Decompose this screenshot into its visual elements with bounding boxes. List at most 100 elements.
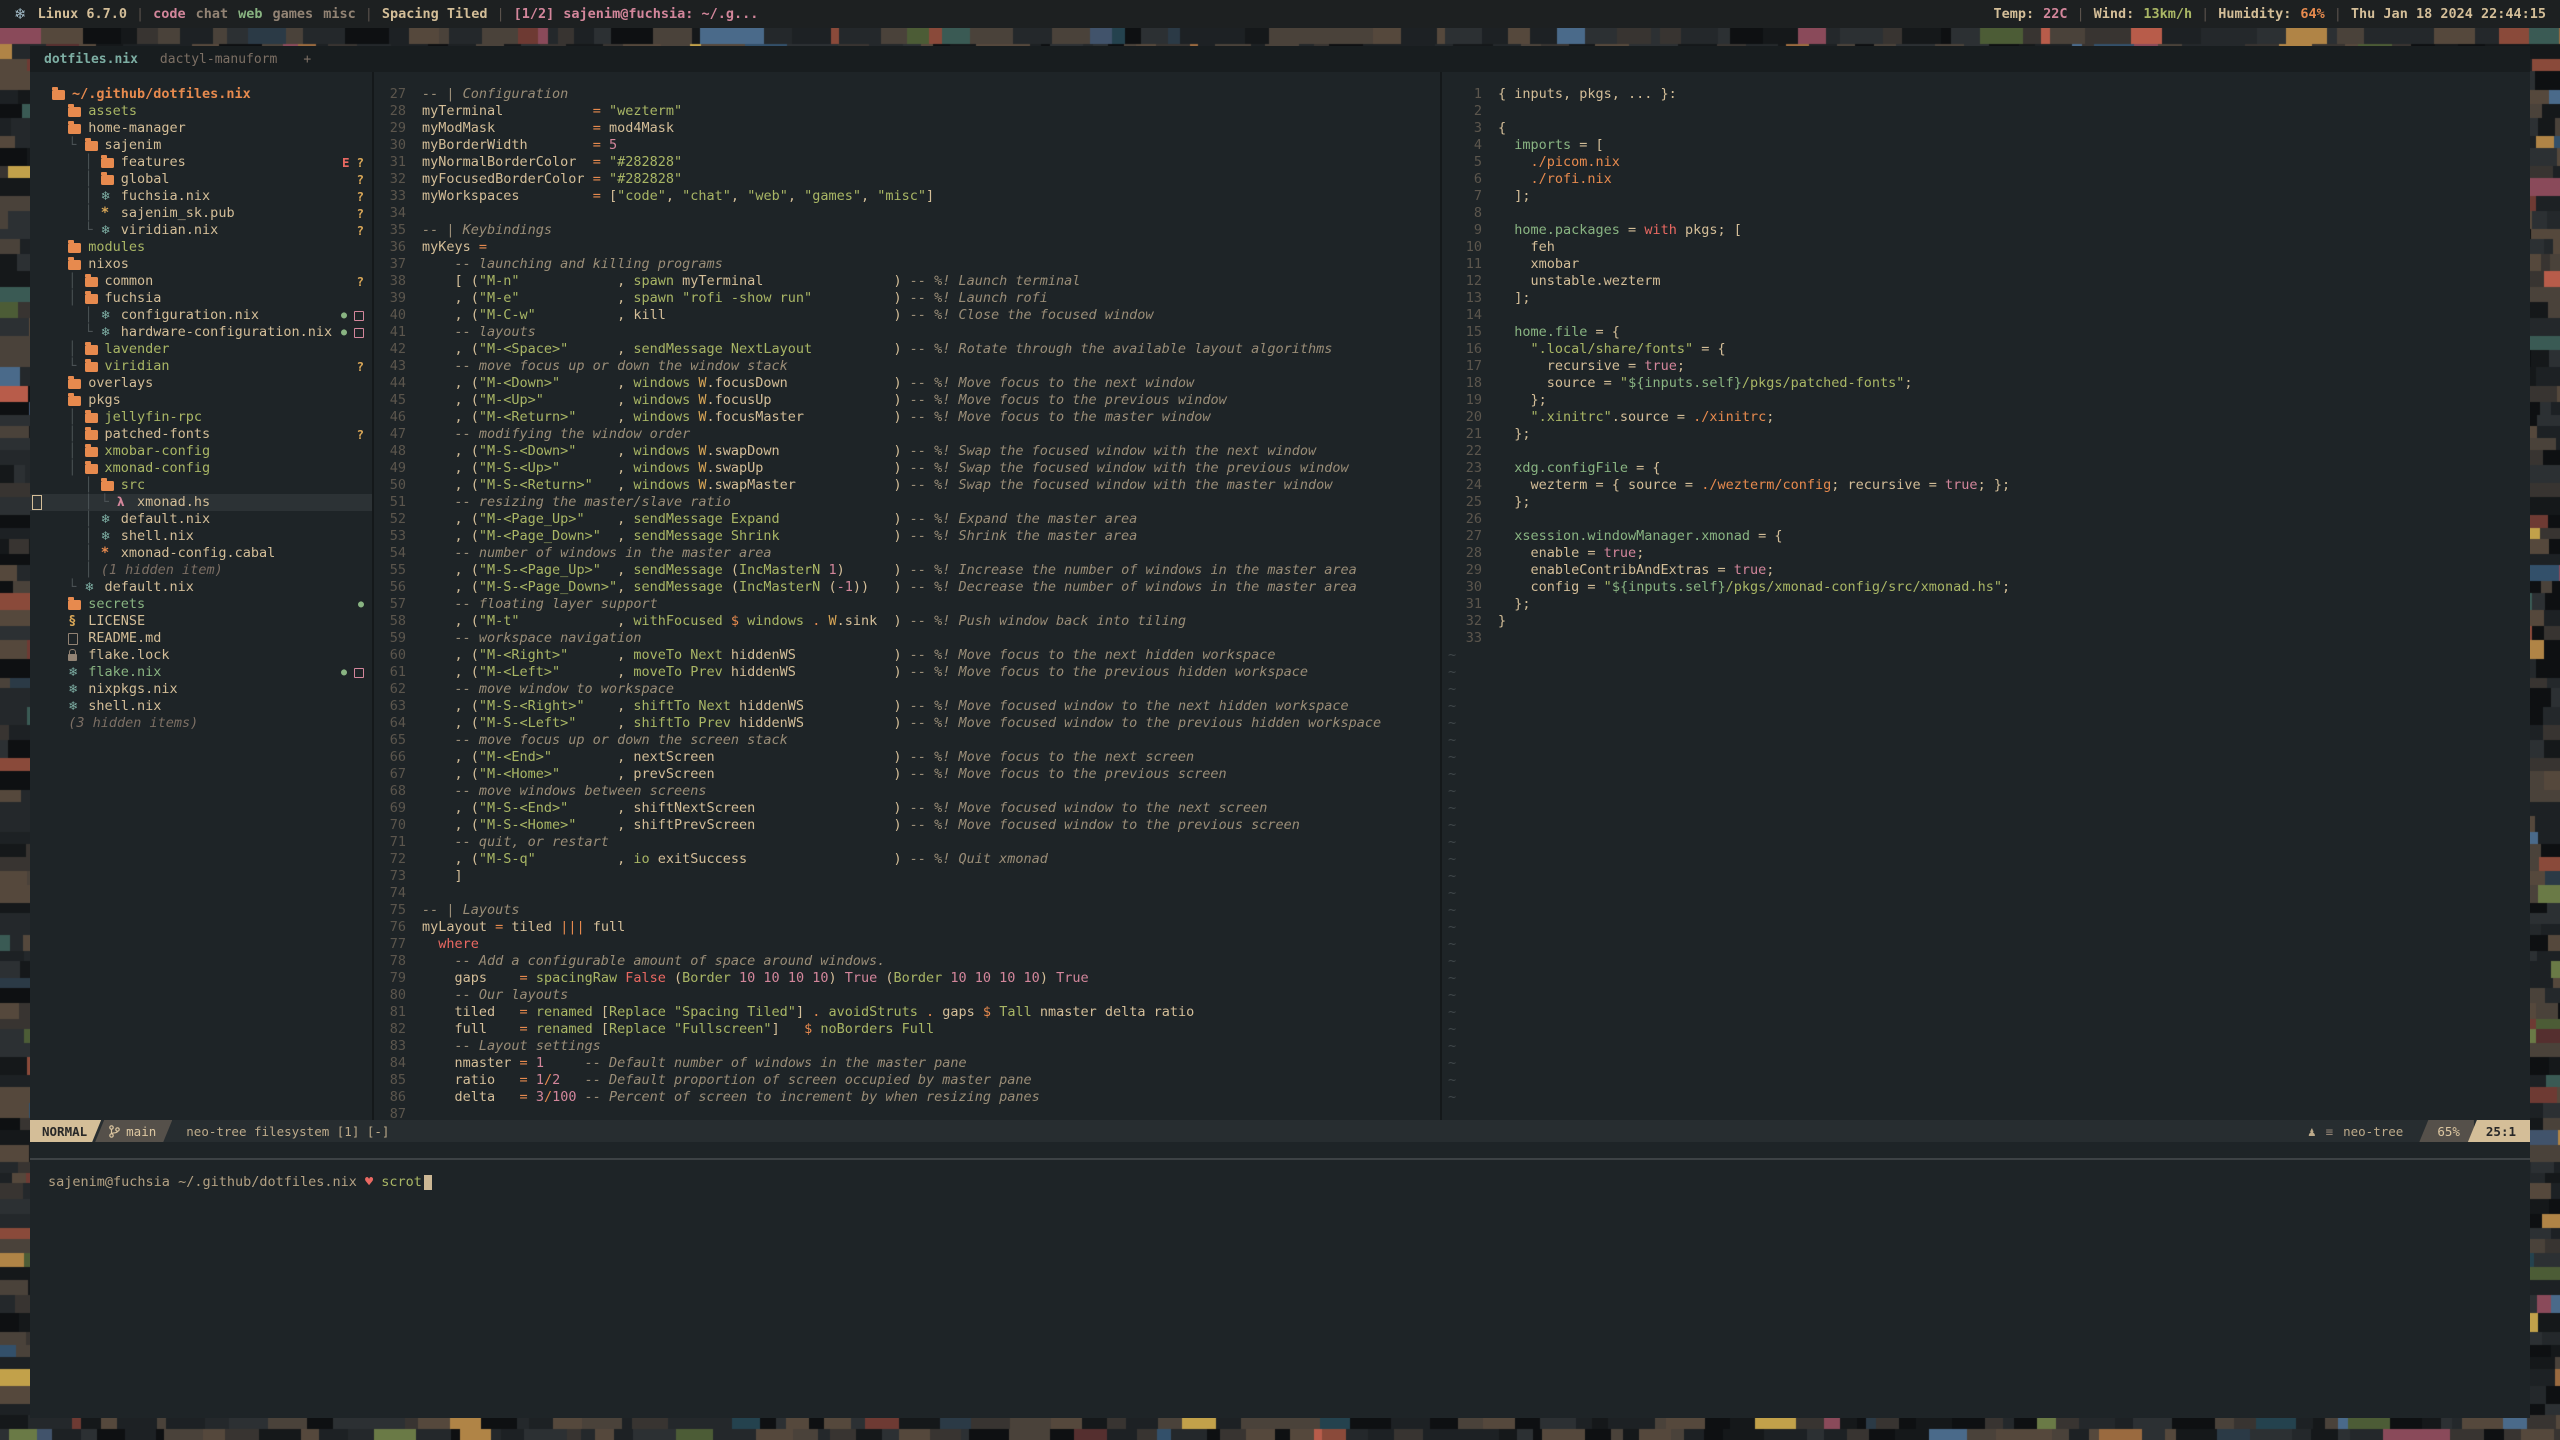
- code-line[interactable]: 20 ".xinitrc".source = ./xinitrc;: [1442, 409, 2530, 426]
- code-line[interactable]: 10 feh: [1442, 239, 2530, 256]
- code-line[interactable]: 11 xmobar: [1442, 256, 2530, 273]
- code-line[interactable]: 36myKeys =: [374, 239, 1440, 256]
- code-line[interactable]: 55 , ("M-S-<Page_Up>" , sendMessage (Inc…: [374, 562, 1440, 579]
- code-line[interactable]: 14: [1442, 307, 2530, 324]
- code-line[interactable]: 76myLayout = tiled ||| full: [374, 919, 1440, 936]
- shell-pane[interactable]: sajenim@fuchsia ~/.github/dotfiles.nix ♥…: [30, 1160, 2530, 1418]
- tree-item[interactable]: assets: [30, 103, 372, 120]
- code-line[interactable]: 18 source = "${inputs.self}/pkgs/patched…: [1442, 375, 2530, 392]
- tree-item[interactable]: modules: [30, 239, 372, 256]
- code-line[interactable]: 82 full = renamed [Replace "Fullscreen"]…: [374, 1021, 1440, 1038]
- code-line[interactable]: 3{: [1442, 120, 2530, 137]
- code-line[interactable]: 2: [1442, 103, 2530, 120]
- code-line[interactable]: 28 enable = true;: [1442, 545, 2530, 562]
- code-line[interactable]: 71 -- quit, or restart: [374, 834, 1440, 851]
- code-line[interactable]: 4 imports = [: [1442, 137, 2530, 154]
- editor-xmonad-hs[interactable]: 27-- | Configuration28myTerminal = "wezt…: [374, 72, 1440, 1120]
- code-line[interactable]: 87: [374, 1106, 1440, 1120]
- tree-item[interactable]: │ src: [30, 477, 372, 494]
- code-line[interactable]: 79 gaps = spacingRaw False (Border 10 10…: [374, 970, 1440, 987]
- code-line[interactable]: 28myTerminal = "wezterm": [374, 103, 1440, 120]
- code-line[interactable]: 40 , ("M-C-w" , kill ) -- %! Close the f…: [374, 307, 1440, 324]
- code-line[interactable]: 34: [374, 205, 1440, 222]
- tab-dactyl-manuform[interactable]: dactyl-manuform: [160, 51, 277, 68]
- tree-item[interactable]: overlays: [30, 375, 372, 392]
- tree-item[interactable]: │ (1 hidden item): [30, 562, 372, 579]
- code-line[interactable]: 47 -- modifying the window order: [374, 426, 1440, 443]
- tree-item[interactable]: └ sajenim: [30, 137, 372, 154]
- tree-item[interactable]: │ xmobar-config: [30, 443, 372, 460]
- code-line[interactable]: 70 , ("M-S-<Home>" , shiftPrevScreen ) -…: [374, 817, 1440, 834]
- code-line[interactable]: 85 ratio = 1/2 -- Default proportion of …: [374, 1072, 1440, 1089]
- editor-nix-file[interactable]: 1{ inputs, pkgs, ... }:23{4 imports = [5…: [1442, 72, 2530, 1120]
- code-line[interactable]: 52 , ("M-<Page_Up>" , sendMessage Expand…: [374, 511, 1440, 528]
- code-line[interactable]: 30 config = "${inputs.self}/pkgs/xmonad-…: [1442, 579, 2530, 596]
- workspace-chat[interactable]: chat: [196, 6, 229, 22]
- tree-item[interactable]: └ ❄default.nix: [30, 579, 372, 596]
- code-line[interactable]: 83 -- Layout settings: [374, 1038, 1440, 1055]
- tree-item[interactable]: │ ❄fuchsia.nix?: [30, 188, 372, 205]
- code-line[interactable]: 41 -- layouts: [374, 324, 1440, 341]
- code-line[interactable]: 29 enableContribAndExtras = true;: [1442, 562, 2530, 579]
- tree-item[interactable]: │ jellyfin-rpc: [30, 409, 372, 426]
- tree-item[interactable]: secrets●: [30, 596, 372, 613]
- code-line[interactable]: 56 , ("M-S-<Page_Down>", sendMessage (In…: [374, 579, 1440, 596]
- code-line[interactable]: 19 };: [1442, 392, 2530, 409]
- code-line[interactable]: 6 ./rofi.nix: [1442, 171, 2530, 188]
- code-line[interactable]: 50 , ("M-S-<Return>" , windows W.swapMas…: [374, 477, 1440, 494]
- code-line[interactable]: 74: [374, 885, 1440, 902]
- tree-item[interactable]: │ xmonad-config: [30, 460, 372, 477]
- tree-item[interactable]: flake.lock: [30, 647, 372, 664]
- tree-item[interactable]: └ viridian?: [30, 358, 372, 375]
- code-line[interactable]: 23 xdg.configFile = {: [1442, 460, 2530, 477]
- workspace-games[interactable]: games: [273, 6, 314, 22]
- code-line[interactable]: 31myNormalBorderColor = "#282828": [374, 154, 1440, 171]
- code-line[interactable]: 64 , ("M-S-<Left>" , shiftTo Prev hidden…: [374, 715, 1440, 732]
- code-line[interactable]: 84 nmaster = 1 -- Default number of wind…: [374, 1055, 1440, 1072]
- code-line[interactable]: 72 , ("M-S-q" , io exitSuccess ) -- %! Q…: [374, 851, 1440, 868]
- code-line[interactable]: 59 -- workspace navigation: [374, 630, 1440, 647]
- code-line[interactable]: 62 -- move window to workspace: [374, 681, 1440, 698]
- code-line[interactable]: 49 , ("M-S-<Up>" , windows W.swapUp ) --…: [374, 460, 1440, 477]
- code-line[interactable]: 53 , ("M-<Page_Down>" , sendMessage Shri…: [374, 528, 1440, 545]
- code-line[interactable]: 13 ];: [1442, 290, 2530, 307]
- code-line[interactable]: 17 recursive = true;: [1442, 358, 2530, 375]
- code-line[interactable]: 38 [ ("M-n" , spawn myTerminal ) -- %! L…: [374, 273, 1440, 290]
- code-line[interactable]: 81 tiled = renamed [Replace "Spacing Til…: [374, 1004, 1440, 1021]
- code-line[interactable]: 80 -- Our layouts: [374, 987, 1440, 1004]
- code-line[interactable]: 69 , ("M-S-<End>" , shiftNextScreen ) --…: [374, 800, 1440, 817]
- code-line[interactable]: 9 home.packages = with pkgs; [: [1442, 222, 2530, 239]
- code-line[interactable]: 27 xsession.windowManager.xmonad = {: [1442, 528, 2530, 545]
- tree-item[interactable]: home-manager: [30, 120, 372, 137]
- code-line[interactable]: 57 -- floating layer support: [374, 596, 1440, 613]
- tree-item[interactable]: │ *sajenim_sk.pub?: [30, 205, 372, 222]
- code-line[interactable]: 7 ];: [1442, 188, 2530, 205]
- tree-item[interactable]: ~/.github/dotfiles.nix: [30, 86, 372, 103]
- code-line[interactable]: 22: [1442, 443, 2530, 460]
- code-line[interactable]: 73 ]: [374, 868, 1440, 885]
- tree-item[interactable]: ❄shell.nix: [30, 698, 372, 715]
- code-line[interactable]: 44 , ("M-<Down>" , windows W.focusDown )…: [374, 375, 1440, 392]
- neotree-sidebar[interactable]: ~/.github/dotfiles.nix assets home-manag…: [30, 72, 372, 1120]
- code-line[interactable]: 24 wezterm = { source = ./wezterm/config…: [1442, 477, 2530, 494]
- code-line[interactable]: 45 , ("M-<Up>" , windows W.focusUp ) -- …: [374, 392, 1440, 409]
- code-line[interactable]: 33myWorkspaces = ["code", "chat", "web",…: [374, 188, 1440, 205]
- tree-item[interactable]: └ ❄viridian.nix?: [30, 222, 372, 239]
- code-line[interactable]: 51 -- resizing the master/slave ratio: [374, 494, 1440, 511]
- tab-dotfiles.nix[interactable]: dotfiles.nix: [44, 51, 138, 68]
- workspace-misc[interactable]: misc: [323, 6, 356, 22]
- code-line[interactable]: 16 ".local/share/fonts" = {: [1442, 341, 2530, 358]
- tree-item[interactable]: nixos: [30, 256, 372, 273]
- code-line[interactable]: 27-- | Configuration: [374, 86, 1440, 103]
- workspace-web[interactable]: web: [238, 6, 262, 22]
- code-line[interactable]: 5 ./picom.nix: [1442, 154, 2530, 171]
- code-line[interactable]: 29myModMask = mod4Mask: [374, 120, 1440, 137]
- tree-item[interactable]: │ fuchsia: [30, 290, 372, 307]
- code-line[interactable]: 8: [1442, 205, 2530, 222]
- tree-item[interactable]: §LICENSE: [30, 613, 372, 630]
- code-line[interactable]: 42 , ("M-<Space>" , sendMessage NextLayo…: [374, 341, 1440, 358]
- new-tab-button[interactable]: +: [299, 51, 311, 68]
- code-line[interactable]: 68 -- move windows between screens: [374, 783, 1440, 800]
- code-line[interactable]: 61 , ("M-<Left>" , moveTo Prev hiddenWS …: [374, 664, 1440, 681]
- code-line[interactable]: 32myFocusedBorderColor = "#282828": [374, 171, 1440, 188]
